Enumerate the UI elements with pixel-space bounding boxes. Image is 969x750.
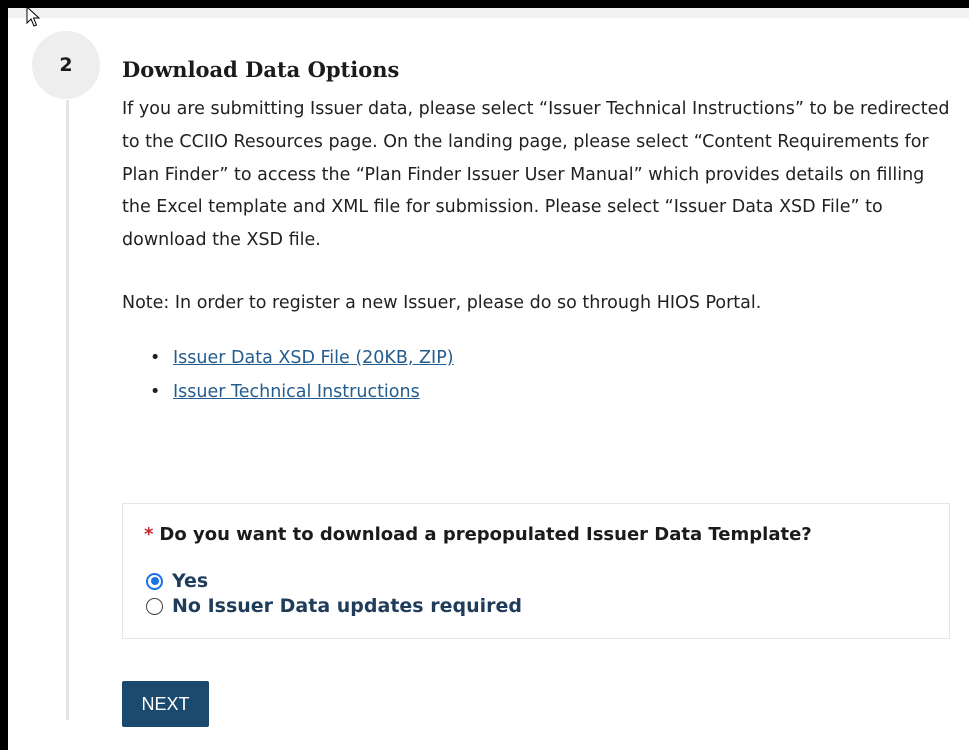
- radio-label-yes: Yes: [172, 570, 209, 592]
- radio-label-no-updates: No Issuer Data updates required: [172, 595, 522, 617]
- list-item: Issuer Technical Instructions: [150, 375, 952, 409]
- window-border-left: [0, 0, 8, 750]
- radio-option-yes[interactable]: Yes: [146, 570, 208, 592]
- section-title: Download Data Options: [122, 57, 400, 82]
- question-label: * Do you want to download a prepopulated …: [144, 524, 812, 545]
- window-border-top: [0, 0, 969, 8]
- step-connector-line: [66, 100, 69, 720]
- issuer-technical-instructions-link[interactable]: Issuer Technical Instructions: [173, 382, 420, 402]
- prepopulated-template-question: * Do you want to download a prepopulated …: [122, 503, 950, 639]
- next-button[interactable]: NEXT: [122, 681, 209, 727]
- download-links-list: Issuer Data XSD File (20KB, ZIP) Issuer …: [122, 341, 952, 409]
- radio-selected-icon[interactable]: [146, 572, 163, 590]
- radio-option-no-updates[interactable]: No Issuer Data updates required: [146, 595, 522, 617]
- step-number-badge: 2: [32, 31, 100, 99]
- radio-unselected-icon[interactable]: [146, 597, 163, 615]
- page-top-strip: [8, 8, 969, 18]
- required-marker: *: [144, 524, 154, 545]
- instructions-paragraph: If you are submitting Issuer data, pleas…: [122, 99, 950, 251]
- issuer-data-xsd-link[interactable]: Issuer Data XSD File (20KB, ZIP): [173, 348, 454, 368]
- mouse-cursor-icon: [26, 6, 40, 27]
- question-text: Do you want to download a prepopulated I…: [159, 524, 812, 545]
- registration-note: Note: In order to register a new Issuer,…: [122, 292, 762, 313]
- step-content: Download Data Options If you are submitt…: [122, 52, 952, 409]
- list-item: Issuer Data XSD File (20KB, ZIP): [150, 341, 952, 375]
